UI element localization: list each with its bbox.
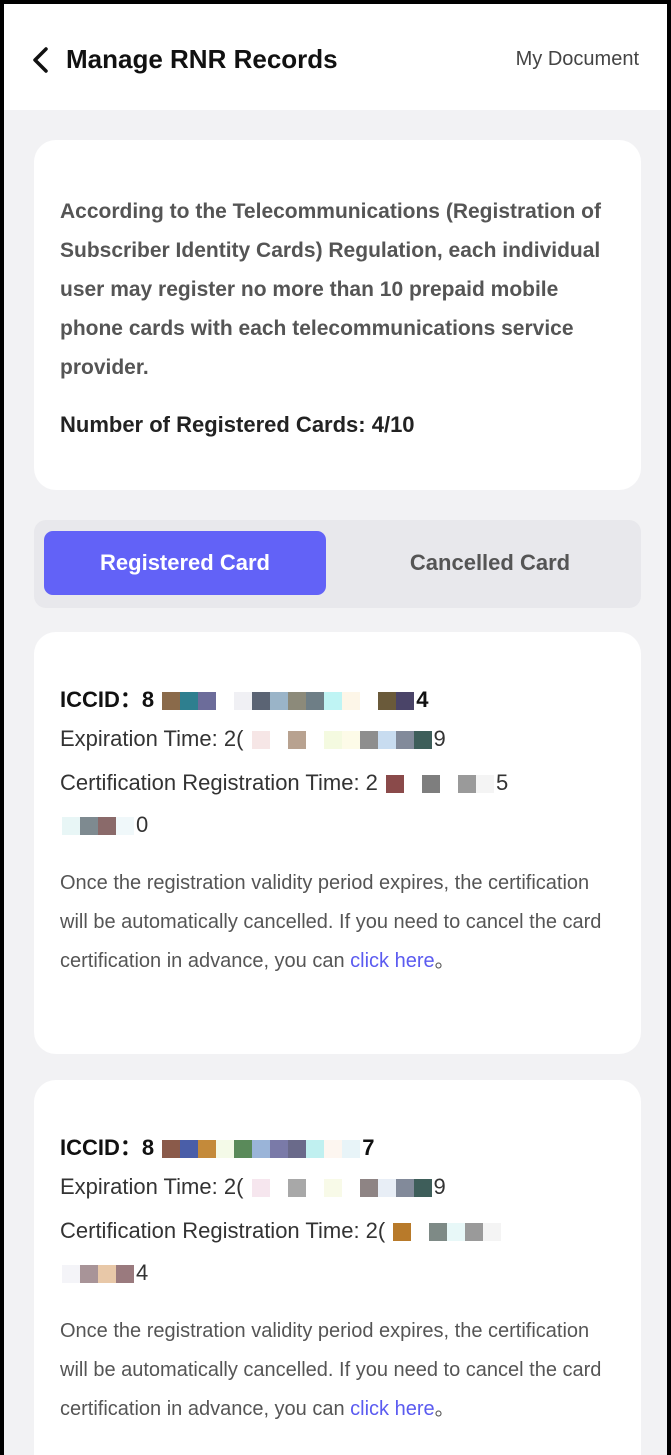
my-document-link[interactable]: My Document — [516, 48, 639, 71]
notice-end: 。 — [434, 1398, 455, 1420]
certification-label: Certification Registration Time: — [60, 770, 366, 795]
click-here-link[interactable]: click here — [350, 1398, 434, 1420]
app-screen: Manage RNR Records My Document According… — [0, 0, 671, 1455]
expiration-label: Expiration Time: — [60, 726, 224, 751]
chevron-left-icon[interactable] — [30, 46, 52, 74]
redacted-block — [62, 1265, 134, 1284]
redacted-block — [162, 1140, 361, 1159]
certification-label: Certification Registration Time: — [60, 1218, 366, 1243]
card-tabs: Registered Card Cancelled Card — [34, 520, 641, 608]
expiration-value-start: 2( — [223, 726, 244, 751]
expiration-row: Expiration Time: 2( 9 — [60, 1174, 446, 1200]
notice-end: 。 — [434, 950, 455, 972]
certification-row-continued: 4 — [60, 1260, 148, 1286]
certification-row-continued: 0 — [60, 812, 148, 838]
iccid-value-end: 4 — [416, 687, 429, 712]
regulation-info-card: According to the Telecommunications (Reg… — [34, 140, 641, 490]
redacted-block — [251, 731, 432, 750]
iccid-value-end: 7 — [362, 1135, 375, 1160]
cancellation-notice: Once the registration validity period ex… — [60, 864, 620, 981]
registered-count: Number of Registered Cards: 4/10 — [60, 412, 415, 437]
redacted-block — [62, 817, 134, 836]
iccid-row: ICCID：8 4 — [60, 682, 429, 714]
certification-value-start: 2( — [365, 1218, 386, 1243]
certification-row: Certification Registration Time: 2 5 — [60, 770, 508, 796]
tab-cancelled-card[interactable]: Cancelled Card — [340, 531, 640, 595]
redacted-block — [162, 692, 415, 711]
certification-value-end-line2: 0 — [136, 812, 149, 837]
iccid-row: ICCID：8 7 — [60, 1130, 375, 1162]
certification-value-start: 2 — [365, 770, 378, 795]
iccid-value-start: 8 — [141, 1135, 155, 1160]
certification-row: Certification Registration Time: 2( — [60, 1218, 503, 1244]
redacted-block — [393, 1223, 502, 1242]
expiration-value-start: 2( — [223, 1174, 244, 1199]
page-title: Manage RNR Records — [66, 44, 338, 74]
redacted-block — [386, 775, 495, 794]
expiration-value-end: 9 — [433, 726, 446, 751]
redacted-block — [251, 1179, 432, 1198]
notice-text: Once the registration validity period ex… — [60, 872, 602, 972]
card-record: ICCID：8 4 Expiration Time: 2( 9 Certific… — [34, 632, 641, 1054]
click-here-link[interactable]: click here — [350, 950, 434, 972]
cancellation-notice: Once the registration validity period ex… — [60, 1312, 620, 1429]
expiration-value-end: 9 — [433, 1174, 446, 1199]
expiration-label: Expiration Time: — [60, 1174, 224, 1199]
expiration-row: Expiration Time: 2( 9 — [60, 726, 446, 752]
header: Manage RNR Records My Document — [4, 4, 667, 110]
iccid-label: ICCID： — [60, 1135, 142, 1160]
tab-registered-card[interactable]: Registered Card — [44, 531, 326, 595]
iccid-value-start: 8 — [141, 687, 155, 712]
iccid-label: ICCID： — [60, 687, 142, 712]
card-record: ICCID：8 7 Expiration Time: 2( 9 Certific… — [34, 1080, 641, 1455]
regulation-text: According to the Telecommunications (Reg… — [60, 200, 601, 379]
notice-text: Once the registration validity period ex… — [60, 1320, 602, 1420]
certification-value-end-line2: 4 — [136, 1260, 149, 1285]
certification-value-end: 5 — [496, 770, 509, 795]
